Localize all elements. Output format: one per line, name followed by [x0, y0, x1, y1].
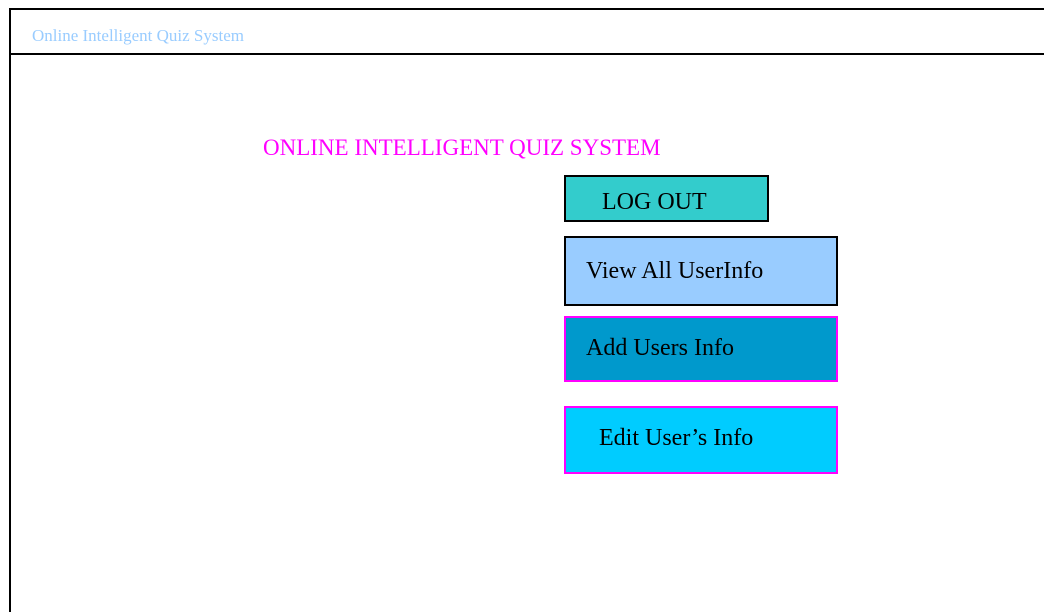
- page-heading: ONLINE INTELLIGENT QUIZ SYSTEM: [263, 135, 661, 160]
- view-all-userinfo-button[interactable]: View All UserInfo: [564, 236, 838, 306]
- add-users-info-label: Add Users Info: [586, 335, 734, 361]
- view-all-userinfo-label: View All UserInfo: [586, 258, 764, 284]
- edit-users-info-label: Edit User’s Info: [599, 425, 754, 451]
- edit-users-info-button[interactable]: Edit User’s Info: [564, 406, 838, 474]
- title-bar: Online Intelligent Quiz System: [11, 10, 1044, 55]
- window-title: Online Intelligent Quiz System: [32, 26, 244, 45]
- app-window: Online Intelligent Quiz System: [9, 8, 1044, 612]
- logout-button-label: LOG OUT: [602, 189, 707, 215]
- logout-button[interactable]: LOG OUT: [564, 175, 769, 222]
- add-users-info-button[interactable]: Add Users Info: [564, 316, 838, 382]
